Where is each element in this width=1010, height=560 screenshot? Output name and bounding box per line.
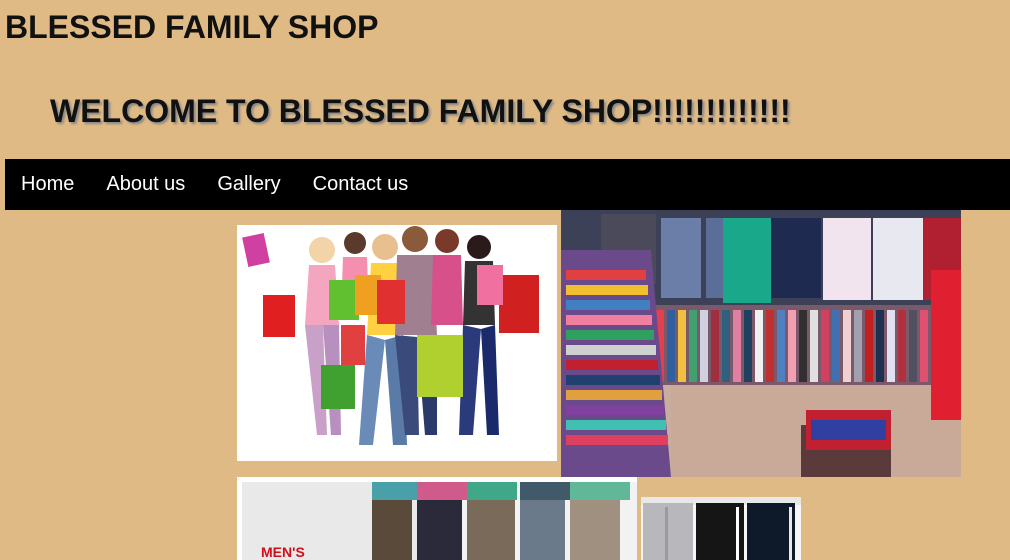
mens-caption: MEN'S [261, 544, 305, 560]
nav-gallery-link[interactable]: Gallery [201, 173, 296, 196]
mens-clothing-image: MEN'S [237, 477, 637, 560]
shoppers-photo [237, 225, 557, 461]
clothing-store-image [561, 210, 961, 477]
clothing-store-photo [561, 210, 961, 477]
nav-home-link[interactable]: Home [5, 173, 90, 196]
site-title: BLESSED FAMILY SHOP [5, 9, 379, 45]
pants-photo [641, 497, 801, 560]
main-navbar: Home About us Gallery Contact us [5, 159, 1010, 210]
pants-image [641, 497, 801, 560]
nav-contact-link[interactable]: Contact us [297, 173, 425, 196]
mens-banner-photo: MEN'S [237, 477, 637, 560]
shopping-people-image [237, 225, 557, 461]
nav-about-link[interactable]: About us [90, 173, 201, 196]
welcome-heading: WELCOME TO BLESSED FAMILY SHOP!!!!!!!!!!… [50, 93, 791, 129]
